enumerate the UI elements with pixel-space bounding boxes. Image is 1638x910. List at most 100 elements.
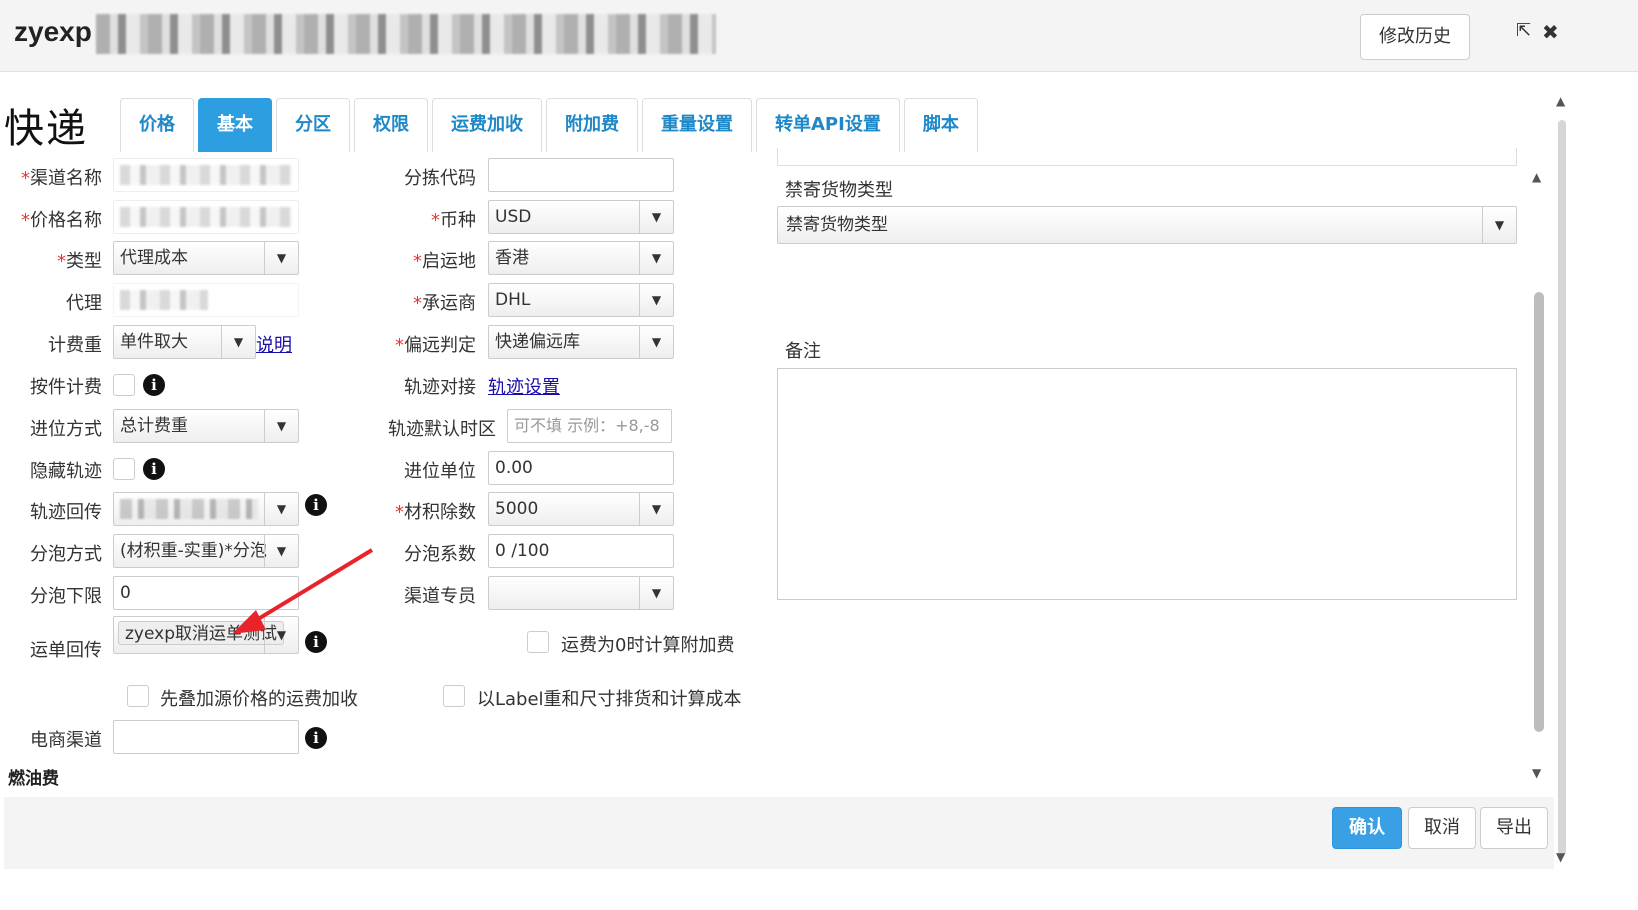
- dialog-title-bar: zyexp 修改历史 ⇱ ✖: [0, 0, 1638, 72]
- split-factor-input[interactable]: 0 /100: [488, 534, 674, 568]
- prohibited-goods-select[interactable]: 禁寄货物类型 ▼: [777, 206, 1517, 244]
- hide-tracking-label: 隐藏轨迹: [30, 461, 102, 482]
- prohibited-goods-label: 禁寄货物类型: [785, 180, 893, 201]
- zero-freight-surcharge-label: 运费为0时计算附加费: [561, 635, 735, 656]
- chevron-down-icon: ▼: [1482, 207, 1516, 243]
- scrollbar-thumb[interactable]: [1534, 292, 1544, 732]
- label-weight-sort-checkbox[interactable]: [443, 685, 465, 707]
- remarks-textarea[interactable]: [777, 368, 1517, 600]
- zero-freight-surcharge-checkbox[interactable]: [527, 631, 549, 653]
- tracking-callback-label: 轨迹回传: [30, 502, 102, 523]
- form-scrollbar[interactable]: ▲ ▼: [1532, 170, 1546, 784]
- info-icon[interactable]: i: [305, 727, 327, 749]
- piece-billing-label: 按件计费: [30, 377, 102, 398]
- carrier-label: *承运商: [413, 293, 476, 314]
- chevron-down-icon: ▼: [639, 577, 673, 609]
- page-scrollbar[interactable]: ▲ ▼: [1554, 86, 1568, 870]
- hide-tracking-checkbox[interactable]: [113, 458, 135, 480]
- tracking-settings-link[interactable]: 轨迹设置: [488, 373, 560, 399]
- tracking-callback-select[interactable]: ▼: [113, 492, 299, 526]
- agent-input[interactable]: [113, 283, 299, 317]
- tab-transfer-api[interactable]: 转单API设置: [756, 98, 900, 152]
- chevron-down-icon: ▼: [264, 242, 298, 274]
- annotation-arrow: [232, 548, 374, 634]
- piece-billing-checkbox[interactable]: [113, 374, 135, 396]
- tab-freight-surcharge[interactable]: 运费加收: [432, 98, 542, 152]
- rounding-unit-input[interactable]: 0.00: [488, 451, 674, 485]
- tab-zones[interactable]: 分区: [276, 98, 350, 152]
- remarks-label: 备注: [785, 341, 821, 362]
- external-link-icon[interactable]: ⇱: [1516, 20, 1531, 41]
- billing-weight-select[interactable]: 单件取大 ▼: [113, 325, 256, 359]
- info-icon[interactable]: i: [305, 494, 327, 516]
- dialog-title: zyexp: [14, 16, 92, 47]
- billing-weight-label: 计费重: [48, 335, 102, 356]
- tab-script[interactable]: 脚本: [903, 98, 978, 152]
- type-label: *类型: [57, 251, 102, 272]
- channel-name-label: *渠道名称: [21, 168, 102, 189]
- rounding-unit-label: 进位单位: [404, 461, 476, 482]
- tab-extra-fees[interactable]: 附加费: [546, 98, 638, 152]
- redacted-title: [96, 14, 716, 54]
- origin-select[interactable]: 香港 ▼: [488, 241, 674, 275]
- chevron-down-icon: ▼: [639, 493, 673, 525]
- billing-weight-help-link[interactable]: 说明: [256, 331, 292, 357]
- scroll-up-arrow-icon[interactable]: ▲: [1556, 94, 1565, 108]
- tracking-timezone-label: 轨迹默认时区: [388, 419, 496, 440]
- tab-basic[interactable]: 基本: [198, 98, 272, 152]
- chevron-down-icon: ▼: [221, 326, 255, 358]
- ecommerce-channel-label: 电商渠道: [30, 730, 102, 751]
- remote-check-label: *偏远判定: [395, 335, 476, 356]
- close-icon[interactable]: ✖: [1542, 20, 1559, 44]
- chevron-down-icon: ▼: [639, 284, 673, 316]
- dialog-footer: 确认 取消 导出: [4, 797, 1554, 869]
- chevron-down-icon: ▼: [639, 242, 673, 274]
- stack-source-price-label: 先叠加源价格的运费加收: [160, 689, 358, 710]
- tab-permissions[interactable]: 权限: [354, 98, 428, 152]
- split-method-label: 分泡方式: [30, 544, 102, 565]
- tab-price[interactable]: 价格: [120, 98, 194, 152]
- volume-divisor-label: *材积除数: [395, 502, 476, 523]
- ecommerce-channel-input[interactable]: [113, 720, 299, 754]
- scroll-down-arrow-icon[interactable]: ▼: [1532, 766, 1541, 780]
- channel-name-input[interactable]: [113, 158, 299, 192]
- chevron-down-icon: ▼: [639, 201, 673, 233]
- price-name-input[interactable]: [113, 200, 299, 234]
- chevron-down-icon: ▼: [264, 410, 298, 442]
- history-button[interactable]: 修改历史: [1360, 14, 1470, 60]
- tab-weight-settings[interactable]: 重量设置: [642, 98, 752, 152]
- tab-bar: 价格 基本 分区 权限 运费加收 附加费 重量设置 转单API设置 脚本: [120, 98, 978, 152]
- volume-divisor-select[interactable]: 5000 ▼: [488, 492, 674, 526]
- currency-select[interactable]: USD ▼: [488, 200, 674, 234]
- rounding-method-label: 进位方式: [30, 419, 102, 440]
- page-heading: 快递: [4, 106, 88, 152]
- stack-source-price-checkbox[interactable]: [127, 685, 149, 707]
- info-icon[interactable]: i: [143, 458, 165, 480]
- export-button[interactable]: 导出: [1480, 807, 1548, 849]
- type-select[interactable]: 代理成本 ▼: [113, 241, 299, 275]
- confirm-button[interactable]: 确认: [1332, 807, 1402, 849]
- split-lower-limit-label: 分泡下限: [30, 586, 102, 607]
- carrier-select[interactable]: DHL ▼: [488, 283, 674, 317]
- waybill-callback-label: 运单回传: [30, 640, 102, 661]
- scroll-up-arrow-icon[interactable]: ▲: [1532, 170, 1541, 184]
- origin-label: *启运地: [413, 251, 476, 272]
- rounding-method-select[interactable]: 总计费重 ▼: [113, 409, 299, 443]
- chevron-down-icon: ▼: [264, 493, 298, 525]
- tracking-link-label: 轨迹对接: [404, 377, 476, 398]
- info-icon[interactable]: i: [143, 374, 165, 396]
- currency-label: *币种: [431, 210, 476, 231]
- label-weight-sort-label: 以Label重和尺寸排货和计算成本: [477, 689, 742, 710]
- scrollbar-thumb[interactable]: [1558, 120, 1566, 856]
- cancel-button[interactable]: 取消: [1408, 807, 1476, 849]
- remote-check-select[interactable]: 快递偏远库 ▼: [488, 325, 674, 359]
- price-name-label: *价格名称: [21, 210, 102, 231]
- chevron-down-icon: ▼: [639, 326, 673, 358]
- sort-code-label: 分拣代码: [404, 168, 476, 189]
- sort-code-input[interactable]: [488, 158, 674, 192]
- fuel-surcharge-heading: 燃油费: [8, 769, 59, 789]
- channel-specialist-select[interactable]: ▼: [488, 576, 674, 610]
- agent-label: 代理: [66, 293, 102, 314]
- tracking-timezone-input[interactable]: 可不填 示例：+8,-8: [507, 409, 672, 443]
- scroll-down-arrow-icon[interactable]: ▼: [1556, 850, 1565, 864]
